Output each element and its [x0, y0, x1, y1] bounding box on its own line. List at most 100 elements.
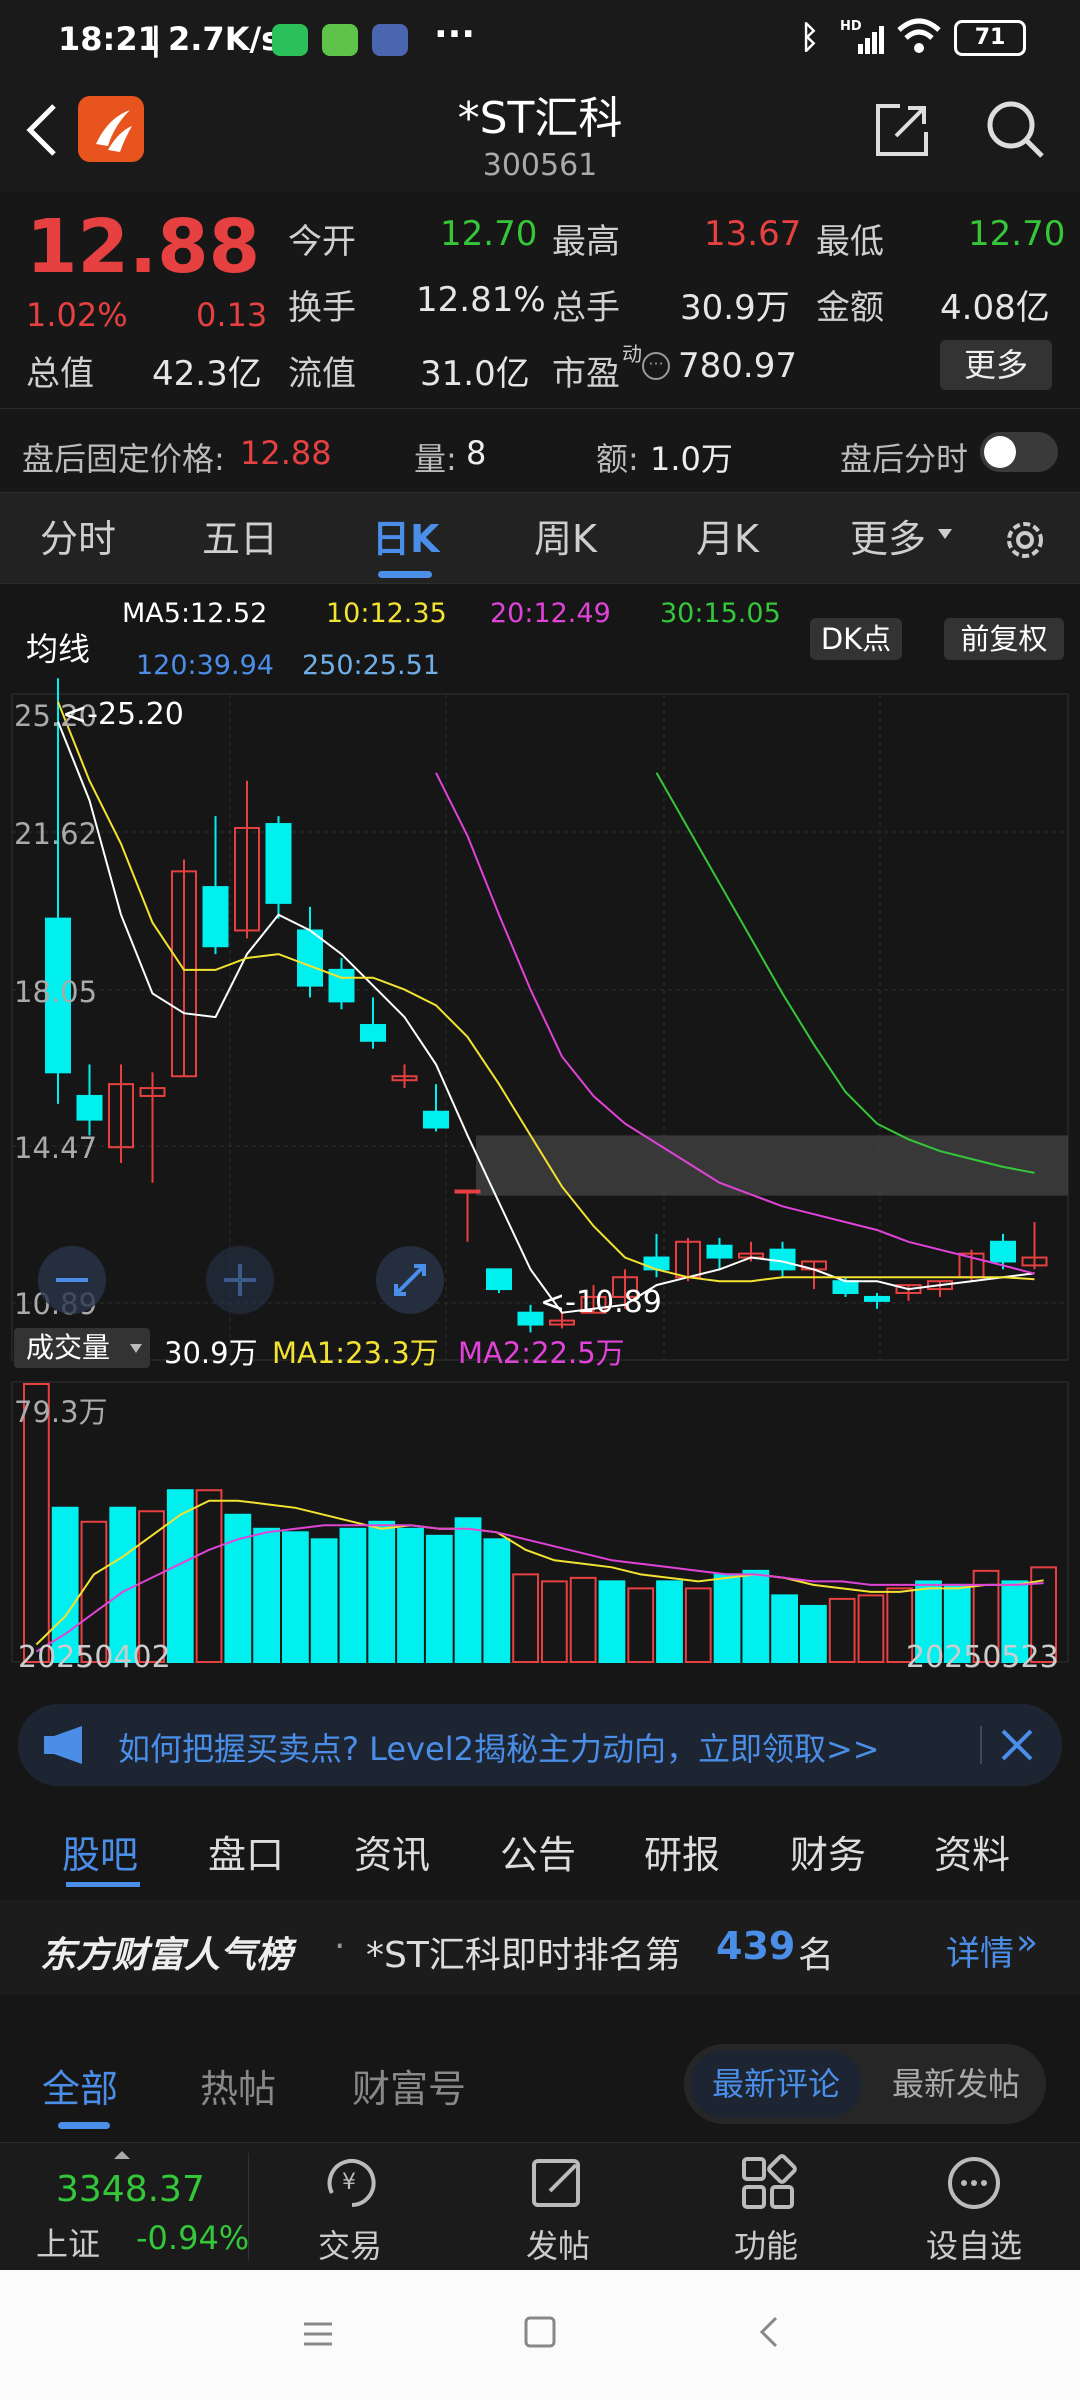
turnover-value: 12.81% [416, 280, 546, 320]
axis-label-4: 14.47 [14, 1131, 97, 1165]
volume-bar [483, 1538, 511, 1664]
volume-bar [742, 1569, 770, 1664]
period-tabs: 分时 五日 日K 周K 月K 更多 [0, 492, 1080, 584]
volume-bar [800, 1604, 827, 1663]
function-grid-icon[interactable] [738, 2153, 798, 2217]
volume-bar [569, 1576, 597, 1664]
svg-text:HD: HD [840, 19, 862, 34]
search-icon[interactable] [984, 98, 1048, 166]
low-label: 最低 [816, 222, 884, 262]
index-value[interactable]: 3348.37 [56, 2169, 205, 2210]
banner-close-icon[interactable] [998, 1726, 1036, 1768]
tab-more[interactable]: 更多 [850, 493, 926, 585]
axis-label-3: 18.05 [14, 975, 97, 1009]
amount-label: 金额 [816, 288, 884, 328]
tab-guba[interactable]: 股吧 [62, 1824, 138, 1879]
tab-intraday[interactable]: 分时 [40, 493, 116, 585]
megaphone-icon [42, 1724, 90, 1770]
quote-panel: 12.88 1.02% 0.13 今开 12.70 最高 13.67 最低 12… [0, 192, 1080, 492]
volume-indicator-select[interactable]: 成交量 [14, 1328, 150, 1368]
turnover-label: 换手 [288, 288, 356, 328]
volume-bar [627, 1587, 655, 1664]
add-watchlist-label[interactable]: 设自选 [926, 2221, 1022, 2267]
axis-label-2: 21.62 [14, 817, 97, 851]
after-time-label: 盘后分时 [840, 440, 969, 478]
tab-pankou[interactable]: 盘口 [208, 1824, 284, 1879]
signal-icon: HD [840, 16, 884, 56]
volume-bar [713, 1573, 741, 1664]
status-speed: 2.7K/s [168, 20, 281, 58]
tab-news[interactable]: 资讯 [354, 1824, 430, 1879]
ma30-line [655, 772, 1035, 1174]
volume-bar [771, 1594, 799, 1664]
pe-value: 780.97 [678, 346, 797, 386]
post-label[interactable]: 发帖 [526, 2221, 590, 2267]
post-tab-hot[interactable]: 热帖 [200, 2058, 276, 2113]
post-edit-icon[interactable] [528, 2153, 588, 2217]
tab-active-indicator [378, 571, 432, 578]
date-start: 20250402 [18, 1640, 171, 1675]
high-marker: <-25.20 [62, 697, 184, 732]
more-dots-icon: ··· [642, 352, 670, 380]
candle-body [517, 1311, 544, 1326]
open-label: 今开 [288, 222, 356, 262]
index-change: -0.94% [136, 2219, 250, 2257]
tab-profile[interactable]: 资料 [934, 1824, 1010, 1879]
sort-toggle: 最新评论 最新发帖 [684, 2044, 1046, 2124]
settings-gear-icon[interactable] [998, 513, 1052, 571]
volume-bar [253, 1527, 281, 1663]
double-chevron-icon: » [1016, 1922, 1039, 1963]
trade-icon[interactable]: ¥ [322, 2153, 382, 2217]
share-icon[interactable] [872, 100, 932, 164]
tab-monthly-k[interactable]: 月K [696, 493, 759, 585]
settings-status-icon [372, 24, 408, 56]
sort-latest-post[interactable]: 最新发帖 [872, 2050, 1040, 2118]
amount-value: 4.08亿 [940, 288, 1050, 328]
candle-body [486, 1268, 512, 1291]
rank-number: 439 [716, 1924, 796, 1968]
volume-current: 30.9万 [164, 1336, 258, 1370]
back-nav-icon[interactable] [752, 2314, 788, 2354]
rank-prefix: *ST汇科即时排名第 [366, 1935, 681, 1976]
popularity-rank-bar[interactable]: 东方财富人气榜 · *ST汇科即时排名第 439 名 详情 » [0, 1900, 1080, 1994]
fullscreen-icon[interactable] [376, 1246, 444, 1314]
function-label[interactable]: 功能 [734, 2221, 798, 2267]
ma-lines-group [57, 701, 1035, 1314]
tab-research[interactable]: 研报 [644, 1824, 720, 1879]
after-time-toggle[interactable] [980, 432, 1058, 472]
tab-weekly-k[interactable]: 周K [534, 493, 597, 585]
candle-body [76, 1094, 103, 1121]
volume-bar [656, 1580, 683, 1664]
volume-bars-group [23, 1383, 1057, 1664]
trade-label[interactable]: 交易 [318, 2221, 382, 2267]
zoom-out-icon[interactable] [38, 1246, 106, 1314]
tab-announcement[interactable]: 公告 [500, 1824, 576, 1879]
volume-bar [454, 1517, 482, 1663]
ma5-line [57, 721, 1035, 1314]
stock-name: *ST汇科 [457, 93, 623, 144]
add-watchlist-icon[interactable] [944, 2153, 1004, 2217]
menu-icon[interactable] [300, 2316, 336, 2356]
promo-banner[interactable]: 如何把握买卖点? Level2揭秘主力动向，立即领取>> [18, 1704, 1062, 1786]
home-icon[interactable] [522, 2314, 558, 2354]
sort-latest-comment[interactable]: 最新评论 [690, 2050, 862, 2118]
candle-body [832, 1280, 859, 1295]
post-tab-all-indicator [58, 2122, 110, 2129]
more-button[interactable]: 更多 [940, 340, 1052, 390]
kline-svg[interactable]: 25.20 21.62 18.05 14.47 10.89 <-25.20 <-… [0, 584, 1080, 1684]
battery-icon: 71 [954, 20, 1026, 56]
candle-body [423, 1110, 449, 1129]
tab-five-day[interactable]: 五日 [202, 493, 278, 585]
post-tab-all[interactable]: 全部 [42, 2058, 118, 2113]
change-percent: 1.02% [26, 296, 128, 334]
volume-ma2: MA2:22.5万 [458, 1336, 625, 1370]
post-tab-wealth[interactable]: 财富号 [352, 2058, 466, 2113]
banner-divider [980, 1726, 982, 1764]
tab-finance[interactable]: 财务 [790, 1824, 866, 1879]
candle-body [265, 823, 292, 904]
volume-bar [425, 1534, 453, 1663]
back-icon[interactable] [22, 100, 62, 164]
volume-bar [857, 1594, 885, 1664]
rank-detail-link[interactable]: 详情 [946, 1926, 1014, 1975]
zoom-in-icon[interactable] [206, 1246, 274, 1314]
